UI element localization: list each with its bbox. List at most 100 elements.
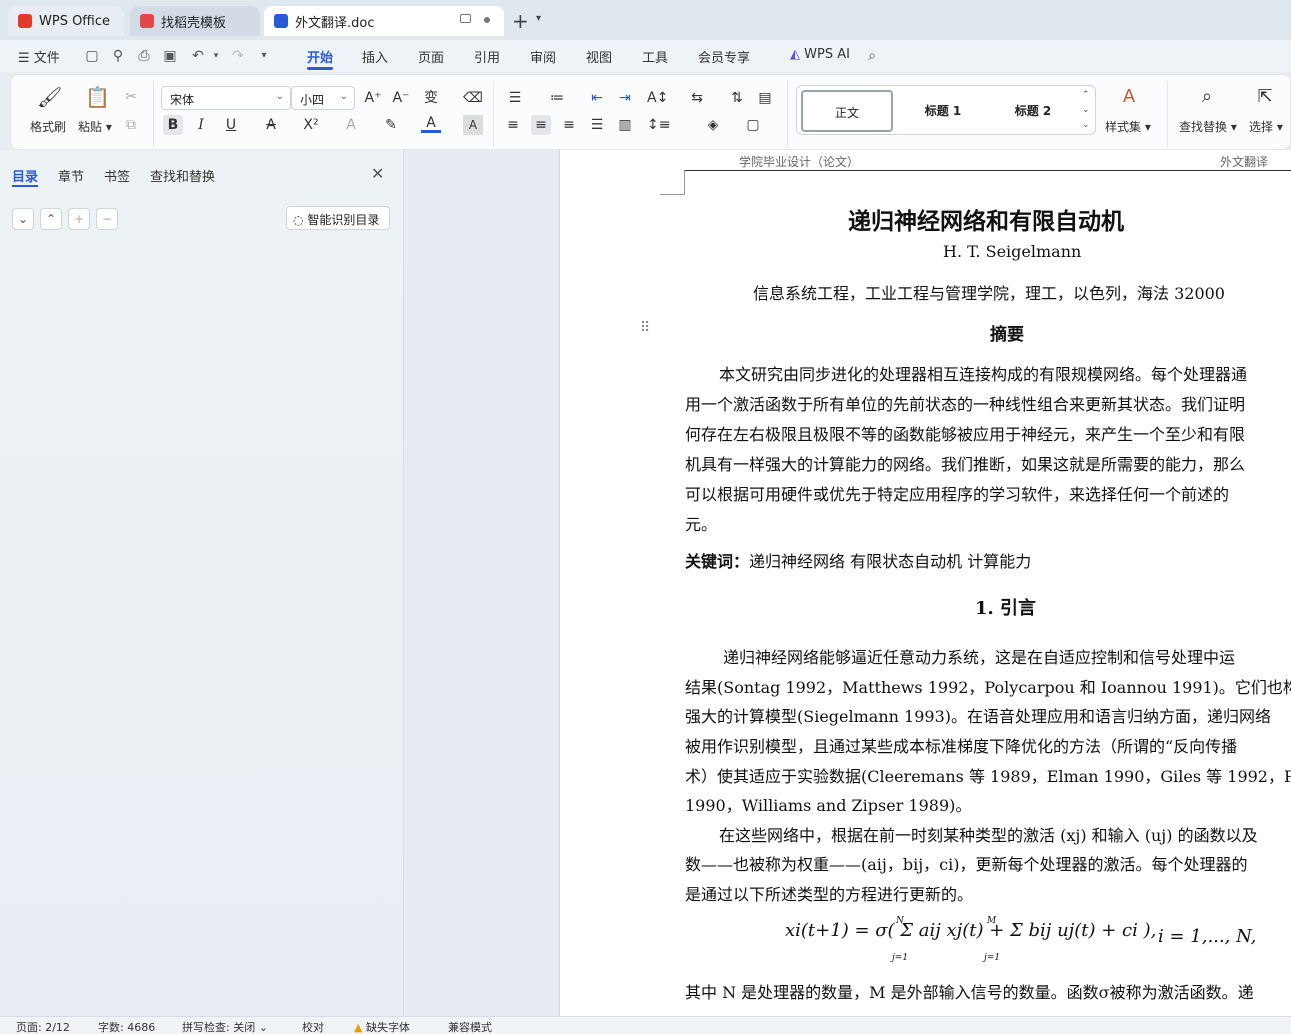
menu-review-label: 审阅 bbox=[530, 51, 557, 66]
tab-find-replace[interactable]: 查找和替换 bbox=[150, 166, 215, 185]
proofread-button[interactable]: 校对 bbox=[302, 1019, 324, 1034]
drag-handle-icon[interactable]: ⠿ bbox=[640, 320, 650, 336]
tab-templates[interactable]: 找稻壳模板 bbox=[130, 6, 260, 36]
line-spacing-icon[interactable]: ↕≡ bbox=[647, 115, 670, 135]
page-indicator[interactable]: 页面: 2/12 bbox=[16, 1019, 70, 1034]
menu-view[interactable]: 视图 bbox=[586, 47, 612, 66]
text-effect-icon[interactable]: A bbox=[341, 115, 361, 135]
new-tab-button[interactable]: + bbox=[512, 9, 529, 33]
text-direction-icon[interactable]: A↕ bbox=[647, 88, 668, 108]
spell-check[interactable]: 拼写检查: 关闭 ⌄ bbox=[182, 1019, 268, 1034]
keywords-label: 关键词： bbox=[685, 552, 750, 571]
add-heading-icon[interactable]: + bbox=[68, 208, 90, 230]
justify-icon[interactable]: ☰ bbox=[587, 115, 607, 135]
font-color-icon[interactable]: A bbox=[421, 115, 441, 133]
find-replace-icon[interactable]: ⌕ bbox=[1197, 87, 1217, 107]
align-left-icon[interactable]: ≡ bbox=[503, 115, 523, 135]
italic-icon[interactable]: I bbox=[191, 115, 211, 135]
style-heading1-label: 标题 1 bbox=[924, 104, 962, 118]
unsaved-dot-icon bbox=[484, 17, 490, 23]
distribute-icon[interactable]: ▥ bbox=[615, 115, 635, 135]
paste-label[interactable]: 粘贴 ▾ bbox=[78, 118, 112, 135]
line-break-icon[interactable]: ⇆ bbox=[687, 88, 707, 108]
menu-home[interactable]: 开始 bbox=[307, 47, 333, 66]
show-marks-icon[interactable]: ▤ bbox=[755, 88, 775, 108]
bold-icon[interactable]: B bbox=[163, 115, 183, 135]
more-dropdown-icon[interactable]: ▾ bbox=[254, 46, 274, 66]
tab-chapters[interactable]: 章节 bbox=[58, 166, 84, 185]
tab-bookmarks[interactable]: 书签 bbox=[104, 166, 130, 185]
undo-icon[interactable]: ↶ bbox=[188, 46, 208, 66]
tab-document[interactable]: 外文翻译.doc bbox=[264, 6, 504, 36]
expand-icon[interactable]: ⌄ bbox=[12, 208, 34, 230]
share-icon[interactable]: ⚲ bbox=[108, 46, 128, 66]
close-icon[interactable]: ✕ bbox=[371, 164, 384, 183]
tab-wps-office[interactable]: WPS Office bbox=[8, 6, 124, 36]
style-normal[interactable]: 正文 bbox=[801, 90, 893, 132]
paste-icon[interactable]: 📋 bbox=[85, 87, 110, 107]
format-painter-label[interactable]: 格式刷 bbox=[30, 118, 66, 135]
menu-tools[interactable]: 工具 bbox=[642, 47, 668, 66]
menu-references[interactable]: 引用 bbox=[474, 47, 500, 66]
wps-ai-button[interactable]: ◭ WPS AI bbox=[790, 47, 850, 62]
style-set-label[interactable]: 样式集 ▾ bbox=[1105, 118, 1151, 135]
shrink-font-icon[interactable]: A⁻ bbox=[391, 88, 411, 108]
search-icon[interactable]: ⌕ bbox=[862, 46, 882, 66]
word-count[interactable]: 字数: 4686 bbox=[98, 1019, 155, 1034]
format-painter-icon[interactable]: 🖌 bbox=[37, 87, 62, 107]
select-icon[interactable]: ⇱ bbox=[1255, 87, 1275, 107]
font-size-select[interactable]: 小四 ⌄ bbox=[291, 86, 355, 110]
smart-icon: ◌ bbox=[293, 213, 304, 227]
menu-review[interactable]: 审阅 bbox=[530, 47, 556, 66]
style-heading1[interactable]: 标题 1 bbox=[897, 90, 989, 132]
save-icon[interactable]: ▢ bbox=[82, 46, 102, 66]
bullets-icon[interactable]: ☰ bbox=[505, 88, 525, 108]
numbering-icon[interactable]: ≔ bbox=[547, 88, 567, 108]
copy-icon[interactable]: ⧉ bbox=[121, 115, 141, 135]
shading-icon[interactable]: ◈ bbox=[703, 115, 723, 135]
grow-font-icon[interactable]: A⁺ bbox=[363, 88, 383, 108]
file-menu-label: 文件 bbox=[33, 51, 60, 66]
undo-dropdown-icon[interactable]: ▾ bbox=[206, 46, 226, 66]
borders-icon[interactable]: ▢ bbox=[743, 115, 763, 135]
font-family-select[interactable]: 宋体 ⌄ bbox=[161, 86, 291, 110]
chevron-down-icon[interactable]: ▾ bbox=[536, 13, 541, 24]
decrease-indent-icon[interactable]: ⇤ bbox=[587, 88, 607, 108]
find-replace-label[interactable]: 查找替换 ▾ bbox=[1179, 118, 1237, 135]
redo-icon[interactable]: ↷ bbox=[228, 46, 248, 66]
tab-toc[interactable]: 目录 bbox=[12, 166, 38, 185]
print-preview-icon[interactable]: ▣ bbox=[160, 46, 180, 66]
file-menu[interactable]: ☰ 文件 bbox=[18, 47, 60, 66]
menu-page[interactable]: 页面 bbox=[418, 47, 444, 66]
cut-icon[interactable]: ✂ bbox=[121, 87, 141, 107]
smart-toc-button[interactable]: ◌ 智能识别目录 bbox=[286, 206, 390, 230]
superscript-icon[interactable]: X² bbox=[301, 115, 321, 135]
phonetic-icon[interactable]: 变 bbox=[421, 88, 441, 108]
screen-icon[interactable] bbox=[460, 14, 471, 23]
highlight-icon[interactable]: ✎ bbox=[381, 115, 401, 135]
sort-icon[interactable]: ⇅ bbox=[727, 88, 747, 108]
strikethrough-icon[interactable]: A bbox=[261, 115, 281, 135]
warning-icon: ▲ bbox=[354, 1021, 363, 1034]
align-right-icon[interactable]: ≡ bbox=[559, 115, 579, 135]
align-center-icon[interactable]: ≡ bbox=[531, 115, 551, 135]
menu-member[interactable]: 会员专享 bbox=[698, 47, 750, 66]
style-heading2[interactable]: 标题 2 bbox=[987, 90, 1079, 132]
document-page[interactable]: 学院毕业设计（论文） 外文翻译 ⠿ 递归神经网络和有限自动机 H. T. Sei… bbox=[559, 150, 1291, 1016]
clear-format-icon[interactable]: ⌫ bbox=[463, 88, 483, 108]
tab-toc-label: 目录 bbox=[12, 170, 39, 185]
select-label[interactable]: 选择 ▾ bbox=[1249, 118, 1283, 135]
gallery-scroll-icon[interactable]: ⌃ ⌄ ⌄ bbox=[1082, 88, 1090, 133]
increase-indent-icon[interactable]: ⇥ bbox=[615, 88, 635, 108]
menu-references-label: 引用 bbox=[474, 51, 501, 66]
char-shading-icon[interactable]: A bbox=[463, 115, 483, 135]
font-size-value: 小四 bbox=[300, 93, 325, 107]
menu-insert[interactable]: 插入 bbox=[362, 47, 388, 66]
collapse-icon[interactable]: ⌃ bbox=[40, 208, 62, 230]
missing-font-button[interactable]: ▲ 缺失字体 bbox=[354, 1019, 410, 1034]
style-set-icon[interactable]: A bbox=[1119, 87, 1139, 107]
underline-icon[interactable]: U bbox=[221, 115, 241, 135]
print-icon[interactable]: ⎙ bbox=[134, 46, 154, 66]
menu-member-label: 会员专享 bbox=[698, 51, 751, 66]
remove-heading-icon[interactable]: − bbox=[96, 208, 118, 230]
